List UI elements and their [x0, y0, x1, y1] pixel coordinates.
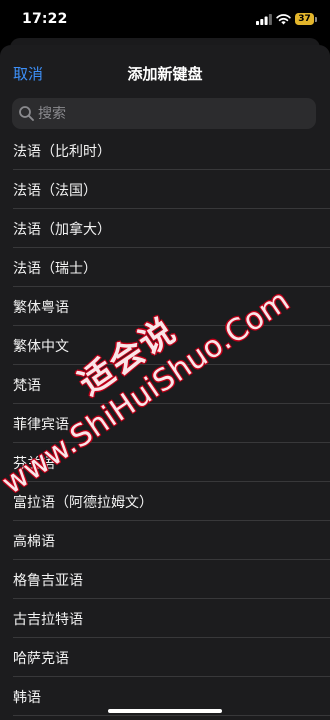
language-row[interactable]: 繁体中文 [0, 325, 330, 364]
page-title: 添加新键盘 [127, 65, 203, 83]
search-icon [19, 106, 34, 121]
language-row-label: 法语（比利时） [13, 144, 111, 160]
language-row[interactable]: 法语（法国） [0, 169, 330, 208]
language-row-label: 菲律宾语 [13, 417, 69, 433]
language-row[interactable]: 哈萨克语 [0, 637, 330, 676]
language-row-label: 哈萨克语 [13, 651, 69, 667]
home-indicator [108, 709, 222, 713]
battery-cap [315, 17, 317, 22]
language-row-label: 格鲁吉亚语 [13, 573, 83, 589]
language-row-label: 法语（法国） [13, 183, 97, 199]
language-row[interactable]: 芬兰语 [0, 442, 330, 481]
language-row-label: 高棉语 [13, 534, 55, 550]
language-row-label: 繁体中文 [13, 339, 69, 355]
language-row-label: 法语（加拿大） [13, 222, 111, 238]
search-bar[interactable] [12, 98, 316, 129]
language-row[interactable]: 菲律宾语 [0, 403, 330, 442]
language-row[interactable]: 繁体粤语 [0, 286, 330, 325]
language-row[interactable]: 法语（比利时） [0, 140, 330, 169]
battery-level: 37 [295, 13, 314, 25]
nav-bar: 取消 添加新键盘 [0, 45, 330, 97]
wifi-icon [276, 14, 291, 25]
language-row-label: 富拉语（阿德拉姆文） [13, 495, 153, 511]
language-row[interactable]: 法语（加拿大） [0, 208, 330, 247]
status-bar: 17:22 37 [0, 0, 330, 40]
language-row[interactable]: 法语（瑞士） [0, 247, 330, 286]
language-row[interactable]: 梵语 [0, 364, 330, 403]
language-row-label: 古吉拉特语 [13, 612, 83, 628]
language-list: 法语（比利时） 法语（法国） 法语（加拿大） 法语（瑞士） 繁体粤语繁体中文梵语菲律宾语… [0, 140, 330, 720]
language-row-label: 梵语 [13, 378, 41, 394]
language-row-label: 芬兰语 [13, 456, 55, 472]
language-list-items: 法语（比利时） 法语（法国） 法语（加拿大） 法语（瑞士） 繁体粤语繁体中文梵语菲律宾语… [0, 140, 330, 715]
search-input[interactable] [38, 98, 308, 129]
status-time: 17:22 [22, 11, 68, 27]
language-row-label: 韩语 [13, 690, 41, 706]
language-row-label: 法语（瑞士） [13, 261, 97, 277]
battery-icon: 37 [295, 13, 319, 26]
cancel-button[interactable]: 取消 [13, 63, 43, 84]
language-row[interactable]: 高棉语 [0, 520, 330, 559]
language-row[interactable]: 富拉语（阿德拉姆文） [0, 481, 330, 520]
cellular-signal-icon [256, 14, 272, 25]
language-row-label: 繁体粤语 [13, 300, 69, 316]
language-row[interactable]: 格鲁吉亚语 [0, 559, 330, 598]
screen: 17:22 37 取消 添加新键盘 搜索 法语（比利时） 法语（法国） 法语（加… [0, 0, 330, 720]
add-keyboard-sheet: 取消 添加新键盘 法语（比利时） 法语（法国） 法语（加拿大） 法语（瑞士） 繁体粤语繁… [0, 45, 330, 720]
language-row[interactable]: 古吉拉特语 [0, 598, 330, 637]
row-divider [13, 714, 330, 715]
